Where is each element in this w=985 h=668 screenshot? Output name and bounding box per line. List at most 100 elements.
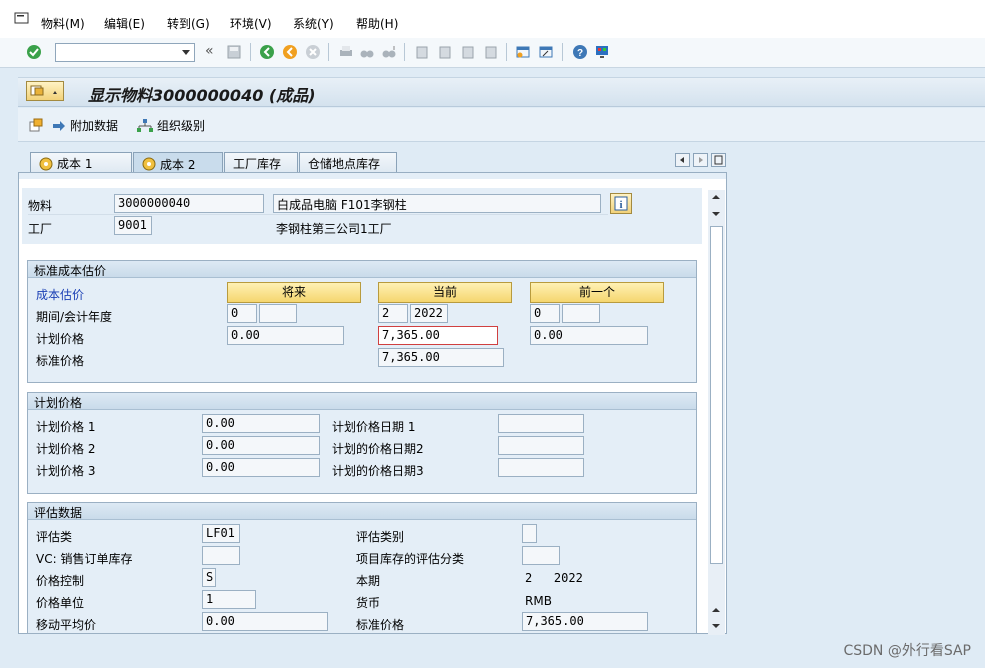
moving-average-price-field[interactable]: 0.00 [202,612,328,631]
tab-label: 工厂库存 [233,157,282,171]
cancel-icon[interactable] [305,44,321,60]
scroll-up-icon[interactable] [710,191,722,203]
enter-check-icon[interactable] [26,44,42,60]
current-period-label: 本期 [356,574,381,588]
tab-status-icon [142,157,156,171]
additional-data-label: 附加数据 [70,119,119,133]
tab-label: 成本 1 [57,157,93,171]
planned-price-date-3-field[interactable] [498,458,584,477]
tab-scroll-right-icon[interactable] [693,153,708,167]
next-page-icon[interactable] [460,44,476,60]
tab-storage-location-stock[interactable]: 仓储地点库存 [299,152,397,172]
planned-price-1-field[interactable]: 0.00 [202,414,320,433]
current-standard-price-field[interactable]: 7,365.00 [378,348,504,367]
menu-environment[interactable]: 环境(V) [230,15,272,32]
toolbar-separator [250,43,251,61]
menu-help[interactable]: 帮助(H) [356,15,398,32]
current-year-field[interactable]: 2022 [410,304,448,323]
plant-field[interactable]: 9001 [114,216,152,235]
previous-period-field[interactable]: 0 [530,304,560,323]
scroll-up-small-icon[interactable] [710,604,722,616]
valuation-standard-price-label: 标准价格 [356,618,405,632]
toolbar-separator [506,43,507,61]
org-levels-button[interactable]: 组织级别 [137,117,205,134]
menu-goto[interactable]: 转到(G) [167,15,210,32]
tab-cost-2[interactable]: 成本 2 [133,152,223,173]
vc-sales-order-stock-field[interactable] [202,546,240,565]
group-header: 计划价格 [28,393,696,410]
previous-button[interactable]: 前一个 [530,282,664,303]
find-icon[interactable] [359,44,375,60]
collapse-toolbar-icon[interactable]: « [205,43,214,59]
price-unit-field[interactable]: 1 [202,590,256,609]
cost-estimate-label: 成本估价 [36,288,85,302]
exit-icon[interactable] [282,44,298,60]
tab-scroll-left-icon[interactable] [675,153,690,167]
previous-page-icon[interactable] [437,44,453,60]
current-period-field[interactable]: 2 [378,304,408,323]
tab-plant-stock[interactable]: 工厂库存 [224,152,298,172]
standard-price-label: 标准价格 [36,354,85,368]
screen-menu-button[interactable] [26,81,64,101]
price-control-field[interactable]: S [202,568,216,587]
current-button[interactable]: 当前 [378,282,512,303]
chevron-down-icon[interactable] [182,50,190,55]
material-label: 物料 [28,199,53,213]
future-period-field[interactable]: 0 [227,304,257,323]
current-planned-price-field[interactable]: 7,365.00 [378,326,498,345]
planned-price-3-field[interactable]: 0.00 [202,458,320,477]
valuation-standard-price-field[interactable]: 7,365.00 [522,612,648,631]
shortcut-icon[interactable] [538,44,554,60]
valuation-class-field[interactable]: LF01 [202,524,240,543]
future-planned-price-field[interactable]: 0.00 [227,326,344,345]
toolbar-separator [562,43,563,61]
menu-edit[interactable]: 编辑(E) [104,15,145,32]
customize-layout-icon[interactable] [594,44,610,60]
tab-label: 成本 2 [160,157,196,172]
moving-average-price-label: 移动平均价 [36,618,97,632]
find-next-icon[interactable] [381,44,397,60]
future-button[interactable]: 将来 [227,282,361,303]
project-stock-valuation-label: 项目库存的评估分类 [356,552,465,566]
menu-material[interactable]: 物料(M) [41,15,85,32]
menu-system[interactable]: 系统(Y) [293,15,334,32]
org-levels-label: 组织级别 [157,119,206,133]
tab-list-icon[interactable] [711,153,726,167]
info-button[interactable]: i [610,193,632,214]
previous-planned-price-field[interactable]: 0.00 [530,326,648,345]
future-year-field[interactable] [259,304,297,323]
arrow-right-icon [53,120,65,131]
create-from-icon [29,118,43,132]
additional-data-button[interactable]: 附加数据 [52,117,118,134]
page-title: 显示物料3000000040 (成品) [88,86,316,105]
copy-icon-button[interactable] [28,117,44,133]
scroll-down-small-icon[interactable] [710,208,722,220]
help-icon[interactable]: ? [572,44,588,60]
project-stock-valuation-field[interactable] [522,546,560,565]
planned-price-2-field[interactable]: 0.00 [202,436,320,455]
command-field[interactable] [55,43,195,62]
plant-description: 李钢柱第三公司1工厂 [276,222,392,236]
previous-year-field[interactable] [562,304,600,323]
planned-price-date-2-label: 计划的价格日期2 [332,442,424,456]
last-page-icon[interactable] [483,44,499,60]
svg-text:?: ? [577,48,583,59]
scroll-thumb[interactable] [710,226,723,564]
save-icon[interactable] [226,44,242,60]
planned-price-date-2-field[interactable] [498,436,584,455]
vc-sales-order-stock-label: VC: 销售订单库存 [36,552,133,566]
tab-cost-1[interactable]: 成本 1 [30,152,132,172]
menu-bar [0,0,985,38]
back-icon[interactable] [259,44,275,60]
valuation-category-label: 评估类别 [356,530,405,544]
info-icon: i [614,196,628,211]
new-session-icon[interactable] [515,44,531,60]
print-icon[interactable] [338,44,354,60]
planned-price-date-1-field[interactable] [498,414,584,433]
material-description-field[interactable]: 白成品电脑 F101李钢柱 [273,194,601,213]
first-page-icon[interactable] [414,44,430,60]
scroll-down-icon[interactable] [710,620,722,632]
valuation-category-field[interactable] [522,524,537,543]
app-menu-icon[interactable] [14,12,30,26]
material-number-field[interactable]: 3000000040 [114,194,264,213]
